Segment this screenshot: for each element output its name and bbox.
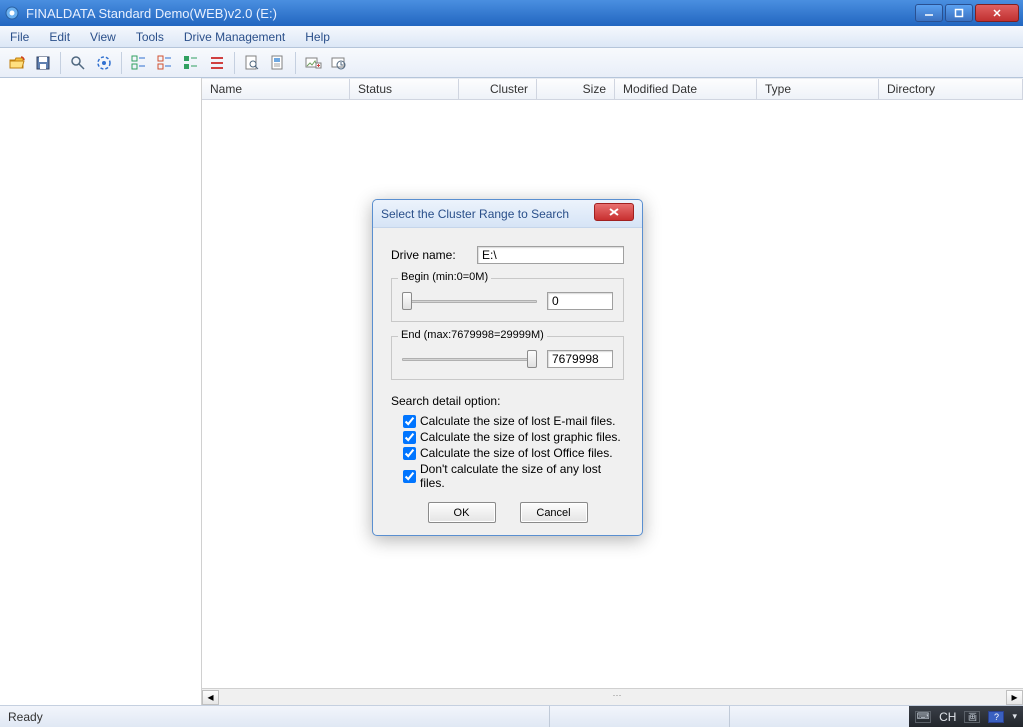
end-fieldset: End (max:7679998=29999M) 7679998 <box>391 336 624 380</box>
minimize-button[interactable] <box>915 4 943 22</box>
end-legend: End (max:7679998=29999M) <box>398 329 547 341</box>
ime-icon[interactable]: 画 <box>964 711 980 723</box>
status-pane-2 <box>729 706 909 727</box>
tree-select-button[interactable] <box>178 50 204 76</box>
column-status[interactable]: Status <box>350 79 459 99</box>
status-text: Ready <box>0 710 51 724</box>
add-image-button[interactable] <box>300 50 326 76</box>
search-page-button[interactable] <box>239 50 265 76</box>
close-button[interactable] <box>975 4 1019 22</box>
options-title: Search detail option: <box>391 394 624 408</box>
help-icon[interactable]: ? <box>988 711 1004 723</box>
begin-slider[interactable] <box>402 291 537 311</box>
option-graphic-checkbox[interactable] <box>403 431 416 444</box>
begin-fieldset: Begin (min:0=0M) 0 <box>391 278 624 322</box>
scan-button[interactable] <box>91 50 117 76</box>
menu-edit[interactable]: Edit <box>39 27 80 47</box>
tray-lang[interactable]: CH <box>939 710 956 724</box>
column-headers: Name Status Cluster Size Modified Date T… <box>202 78 1023 100</box>
menu-file[interactable]: File <box>0 27 39 47</box>
option-none-label: Don't calculate the size of any lost fil… <box>420 462 624 490</box>
app-icon <box>4 5 20 21</box>
option-office-label: Calculate the size of lost Office files. <box>420 446 613 460</box>
toolbar <box>0 48 1023 78</box>
status-pane-1 <box>549 706 729 727</box>
statusbar: Ready ⌨ CH 画 ? ▾ <box>0 705 1023 727</box>
end-slider[interactable] <box>402 349 537 369</box>
menu-tools[interactable]: Tools <box>126 27 174 47</box>
column-size[interactable]: Size <box>537 79 615 99</box>
window-title: FINALDATA Standard Demo(WEB)v2.0 (E:) <box>26 6 915 21</box>
dialog-close-button[interactable] <box>594 203 634 221</box>
option-email-checkbox[interactable] <box>403 415 416 428</box>
column-type[interactable]: Type <box>757 79 879 99</box>
cluster-range-dialog: Select the Cluster Range to Search Drive… <box>372 199 643 536</box>
preview-button[interactable] <box>265 50 291 76</box>
begin-legend: Begin (min:0=0M) <box>398 271 491 283</box>
tree-collapse-button[interactable] <box>126 50 152 76</box>
keyboard-icon[interactable]: ⌨ <box>915 711 931 723</box>
tray-caret-icon[interactable]: ▾ <box>1012 711 1017 722</box>
menubar: File Edit View Tools Drive Management He… <box>0 26 1023 48</box>
dialog-title: Select the Cluster Range to Search <box>381 207 594 221</box>
column-modified[interactable]: Modified Date <box>615 79 757 99</box>
end-value-input[interactable]: 7679998 <box>547 350 613 368</box>
system-tray: ⌨ CH 画 ? ▾ <box>909 706 1023 727</box>
menu-help[interactable]: Help <box>295 27 340 47</box>
cancel-button[interactable]: Cancel <box>520 502 588 523</box>
recover-button[interactable] <box>326 50 352 76</box>
option-email-label: Calculate the size of lost E-mail files. <box>420 414 615 428</box>
scroll-left-icon[interactable]: ◂ <box>202 690 219 705</box>
horizontal-scrollbar[interactable]: ◂ ⋯ ▸ <box>202 688 1023 705</box>
menu-view[interactable]: View <box>80 27 126 47</box>
menu-drive-management[interactable]: Drive Management <box>174 27 295 47</box>
column-cluster[interactable]: Cluster <box>459 79 537 99</box>
option-graphic-label: Calculate the size of lost graphic files… <box>420 430 621 444</box>
ok-button[interactable]: OK <box>428 502 496 523</box>
dialog-titlebar[interactable]: Select the Cluster Range to Search <box>373 200 642 228</box>
sidebar-tree[interactable] <box>0 78 202 705</box>
list-view-button[interactable] <box>204 50 230 76</box>
tree-expand-button[interactable] <box>152 50 178 76</box>
begin-value-input[interactable]: 0 <box>547 292 613 310</box>
save-button[interactable] <box>30 50 56 76</box>
column-directory[interactable]: Directory <box>879 79 1023 99</box>
scroll-grip-icon: ⋯ <box>613 690 622 701</box>
drive-name-label: Drive name: <box>391 248 477 262</box>
open-button[interactable] <box>4 50 30 76</box>
column-name[interactable]: Name <box>202 79 350 99</box>
scroll-right-icon[interactable]: ▸ <box>1006 690 1023 705</box>
find-button[interactable] <box>65 50 91 76</box>
maximize-button[interactable] <box>945 4 973 22</box>
option-office-checkbox[interactable] <box>403 447 416 460</box>
drive-name-input[interactable]: E:\ <box>477 246 624 264</box>
titlebar: FINALDATA Standard Demo(WEB)v2.0 (E:) <box>0 0 1023 26</box>
option-none-checkbox[interactable] <box>403 470 416 483</box>
